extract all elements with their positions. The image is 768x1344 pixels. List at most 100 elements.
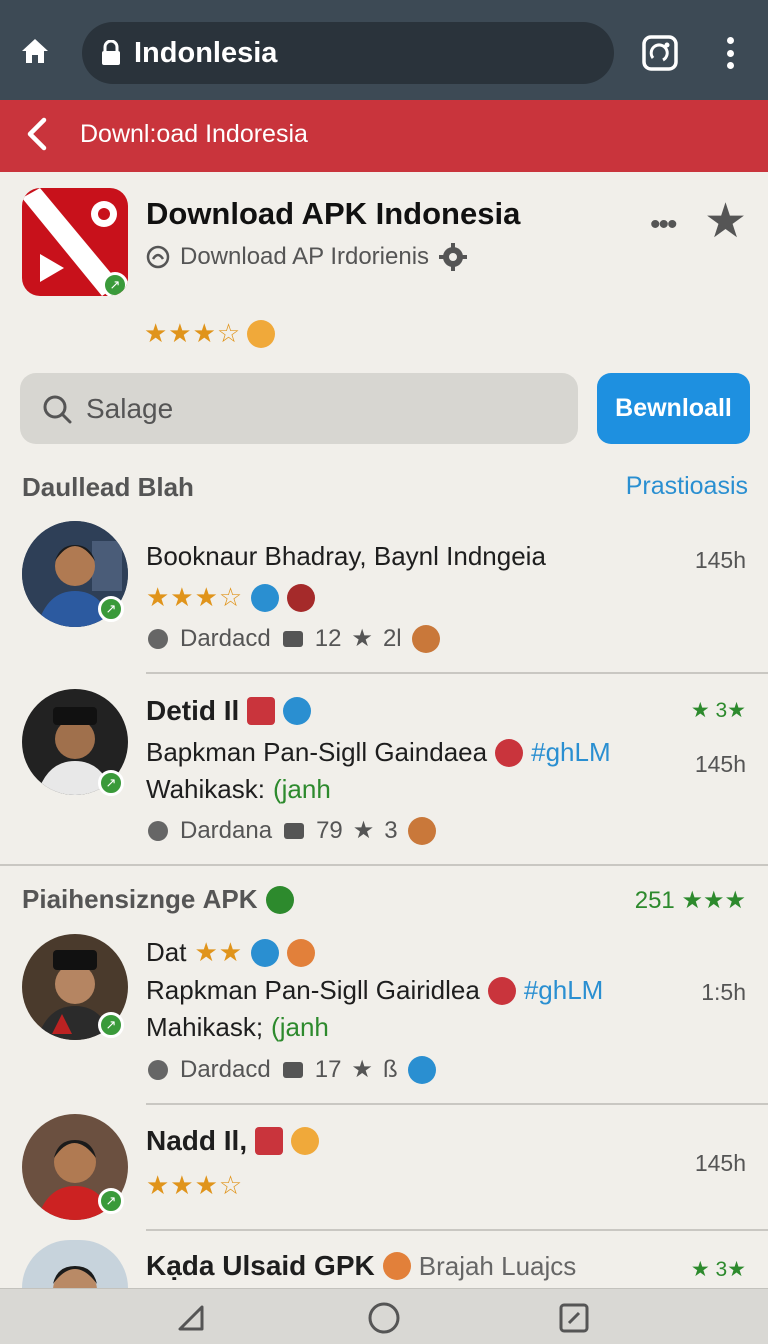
- star-icon: ★: [351, 1056, 373, 1083]
- app-subtitle-text: Download AP Irdorienis: [180, 243, 430, 270]
- app-title: Download APK Indonesia: [146, 196, 521, 231]
- nav-back-button[interactable]: [174, 1301, 208, 1335]
- avatar[interactable]: [22, 1240, 128, 1288]
- favorite-star-icon[interactable]: ★: [704, 198, 747, 246]
- hashtag[interactable]: #ghLM: [524, 975, 604, 1006]
- meta-label: Dardana: [180, 816, 273, 844]
- timestamp: 145h: [694, 751, 746, 777]
- item-label: Wahikask:: [146, 774, 265, 804]
- category-icon: [148, 628, 168, 649]
- dot-icon: [726, 49, 734, 57]
- verified-badge-icon: ↗: [98, 596, 124, 622]
- search-icon: [43, 395, 72, 423]
- rating-stars: ★★★☆: [146, 582, 244, 612]
- developer-icon: [146, 245, 170, 269]
- item-name: Detid Il: [146, 695, 240, 726]
- section-title: Daullead Blah: [22, 472, 194, 502]
- hashtag[interactable]: #ghLM: [531, 737, 611, 768]
- meta-stars: 3: [384, 816, 398, 844]
- item-label: Mahikask;: [146, 1012, 264, 1042]
- nav-recent-button[interactable]: [557, 1301, 591, 1335]
- meta-label: Dardacd: [180, 624, 271, 652]
- timestamp: 145h: [694, 1150, 746, 1176]
- address-bar[interactable]: Indonlesia: [82, 22, 614, 84]
- more-options-button[interactable]: [716, 33, 744, 73]
- app-logo[interactable]: ↗: [22, 188, 128, 296]
- section-badge-icon: [265, 885, 294, 914]
- home-circle-icon: [368, 1302, 400, 1334]
- badge-icon: [255, 1127, 284, 1155]
- gear-icon[interactable]: [439, 243, 468, 271]
- meta-label: Dardacd: [180, 1055, 271, 1083]
- browser-toolbar: Indonlesia: [0, 0, 768, 100]
- item-title[interactable]: Kạda Ulsaid GPK Brajah Luajcs: [146, 1250, 576, 1282]
- emoji-icon: [287, 583, 316, 612]
- item-title[interactable]: Detid Il: [146, 695, 312, 727]
- timestamp: 145h: [694, 547, 746, 573]
- section-header: Piaihensizngе APK: [22, 884, 294, 915]
- rating-stars: ★★: [194, 937, 244, 967]
- tabs-button[interactable]: [640, 33, 680, 73]
- item-rating: ★★★☆: [146, 1170, 243, 1201]
- home-button[interactable]: [14, 30, 56, 72]
- meta-count: 12: [314, 624, 342, 652]
- verified-badge-icon: ↗: [102, 272, 128, 296]
- item-tag: ★ 3★: [690, 699, 746, 722]
- item-name: Kạda Ulsaid GPK: [146, 1250, 375, 1281]
- meta-count: 17: [314, 1055, 342, 1083]
- item-value: (janh: [271, 1012, 329, 1042]
- app-menu-button[interactable]: •••: [650, 208, 677, 242]
- emoji-icon: [251, 938, 280, 967]
- divider: [146, 1103, 768, 1105]
- count-stars: ★★★: [681, 887, 746, 914]
- item-title[interactable]: Dat ★★: [146, 937, 316, 968]
- item-title[interactable]: Nadd Il,: [146, 1125, 320, 1157]
- divider: [146, 1229, 768, 1231]
- meta-stars: ß: [382, 1055, 398, 1083]
- verified-badge-icon: ↗: [98, 1188, 124, 1214]
- item-line: Rapkman Pan-Sigll Gairidlea #ghLM: [146, 975, 603, 1006]
- link-icon: [407, 1055, 436, 1084]
- comment-icon: [282, 630, 303, 647]
- badge-icon: [247, 697, 276, 725]
- meta-count: 79: [316, 816, 343, 844]
- item-line: Wahikask: (janh: [146, 774, 331, 805]
- search-box[interactable]: [20, 373, 578, 444]
- section-title: Piaihensizngе APK: [22, 884, 258, 914]
- item-name: Nadd Il,: [146, 1125, 248, 1156]
- item-name: Dat: [146, 937, 187, 967]
- url-text: Indonlesia: [134, 36, 278, 69]
- back-arrow-icon: [27, 117, 47, 151]
- back-button[interactable]: [20, 114, 60, 154]
- emoji-icon: [495, 738, 524, 767]
- emoji-icon: [407, 816, 436, 845]
- star-icon: ★: [352, 817, 375, 844]
- page-title: Downl:oad Indoresia: [80, 120, 308, 148]
- download-button[interactable]: Bewnloall: [597, 373, 750, 444]
- rating-stars: ★★★☆: [146, 1170, 244, 1200]
- app-subtitle: Download AP Irdorienis: [146, 243, 468, 271]
- timestamp: 1:5h: [701, 979, 746, 1005]
- lock-icon: [102, 40, 120, 65]
- category-icon: [148, 1059, 168, 1080]
- section-count: 251 ★★★: [635, 886, 746, 915]
- meta-stars: 2l: [382, 624, 402, 652]
- verified-badge-icon: ↗: [98, 770, 124, 796]
- item-title[interactable]: Booknaur Bhadray, Baynl Indngeia: [146, 541, 546, 572]
- avatar-image: [22, 1240, 128, 1288]
- item-line: Bapkman Pan-Sigll Gaindaea #ghLM: [146, 737, 611, 768]
- nav-home-button[interactable]: [367, 1301, 401, 1335]
- home-icon: [22, 39, 48, 63]
- dot-icon: [726, 37, 734, 44]
- page-header: Downl:oad Indoresia: [0, 100, 768, 172]
- item-value: (janh: [272, 774, 331, 804]
- comment-icon: [282, 1061, 303, 1078]
- emoji-icon: [487, 976, 516, 1005]
- item-rating: ★★★☆: [146, 582, 316, 613]
- emoji-icon: [247, 319, 276, 348]
- star-icon: ★: [351, 625, 373, 652]
- item-desc: Bapkman Pan-Sigll Gaindaea: [146, 737, 488, 767]
- search-input[interactable]: [86, 392, 536, 425]
- emoji-icon: [382, 1252, 411, 1280]
- section-link[interactable]: Prastioasis: [626, 472, 748, 501]
